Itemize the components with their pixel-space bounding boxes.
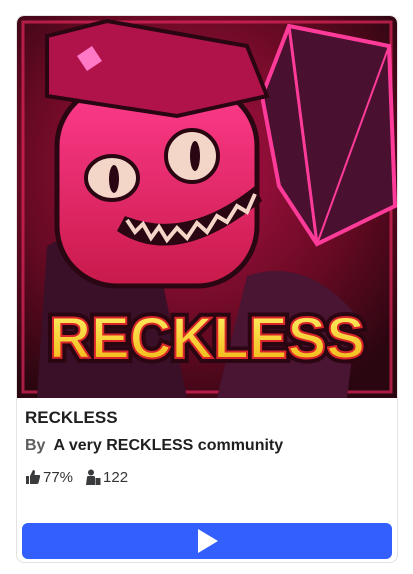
creator-line: By A very RECKLESS community (25, 437, 283, 455)
game-thumbnail[interactable]: RECKLESS RECKLESS (17, 16, 397, 398)
game-title[interactable]: RECKLESS (25, 408, 118, 428)
like-ratio: 77% (43, 468, 74, 486)
creator-link[interactable]: A very RECKLESS community (53, 437, 283, 454)
thumbs-up-icon (26, 470, 41, 484)
by-label: By (25, 437, 46, 454)
player-count-stat: 122 (85, 469, 128, 486)
player-count-icon (86, 469, 101, 485)
game-stats: 77% 122 (25, 468, 140, 486)
game-card[interactable]: RECKLESS RECKLESS RECKLESS By A very RECK… (16, 15, 398, 563)
play-button[interactable] (22, 523, 392, 559)
thumbnail-logo-text: RECKLESS (49, 306, 365, 371)
player-count: 122 (103, 468, 129, 486)
like-ratio-stat: 77% (25, 469, 73, 486)
play-icon (198, 529, 218, 553)
